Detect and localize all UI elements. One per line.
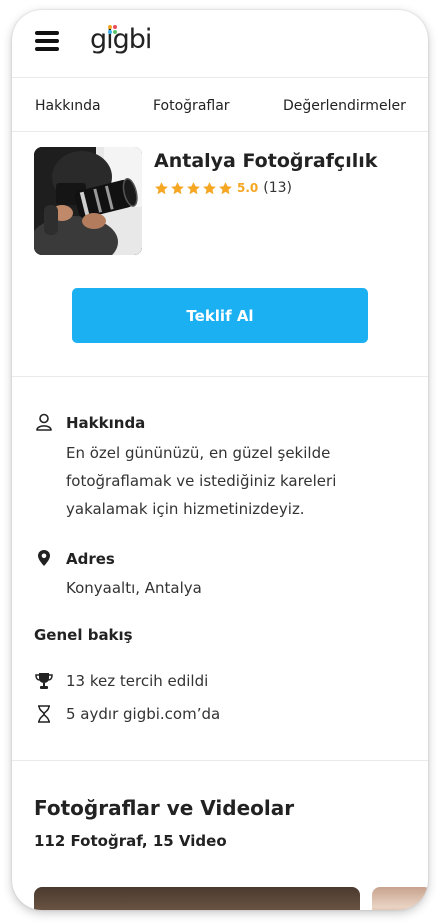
menu-icon[interactable] bbox=[35, 31, 59, 51]
about-title: Hakkında bbox=[66, 414, 146, 432]
about-text: En özel gününüzü, en güzel şekilde fotoğ… bbox=[66, 439, 406, 523]
gallery-photo[interactable] bbox=[34, 887, 360, 910]
star-icon bbox=[219, 181, 232, 194]
rating-value: 5.0 bbox=[237, 181, 259, 195]
top-bar: gigbi bbox=[12, 10, 428, 78]
divider bbox=[12, 760, 428, 761]
tab-degerlendirmeler[interactable]: Değerlendirmeler bbox=[283, 98, 406, 114]
address-title: Adres bbox=[66, 550, 115, 568]
divider bbox=[12, 376, 428, 377]
phone-frame: gigbi Hakkında Fotoğraflar Değerlendirme… bbox=[12, 10, 428, 910]
star-icon bbox=[187, 181, 200, 194]
trophy-icon bbox=[35, 673, 53, 689]
star-icon bbox=[171, 181, 184, 194]
business-name: Antalya Fotoğrafçılık bbox=[154, 150, 378, 172]
logo-dots bbox=[108, 25, 118, 35]
about-line: fotoğraflamak ve istediğiniz kareleri bbox=[66, 472, 337, 490]
tab-hakkinda[interactable]: Hakkında bbox=[35, 98, 101, 114]
logo-text: gigbi bbox=[90, 24, 152, 55]
about-line: En özel gününüzü, en güzel şekilde bbox=[66, 444, 331, 462]
photographer-image bbox=[34, 147, 142, 255]
address-value: Konyaaltı, Antalya bbox=[66, 579, 202, 597]
overview-title: Genel bakış bbox=[34, 626, 133, 644]
review-count: (13) bbox=[263, 180, 293, 196]
location-pin-icon bbox=[38, 550, 50, 566]
media-counts: 112 Fotoğraf, 15 Video bbox=[34, 832, 227, 850]
get-quote-button[interactable]: Teklif Al bbox=[72, 288, 368, 343]
user-icon bbox=[36, 413, 52, 431]
overview-preferred: 13 kez tercih edildi bbox=[66, 672, 209, 690]
overview-member-since: 5 aydır gigbi.com’da bbox=[66, 705, 221, 723]
star-rating bbox=[154, 181, 233, 196]
gigbi-logo[interactable]: gigbi bbox=[90, 24, 152, 58]
profile-photo[interactable] bbox=[34, 147, 142, 255]
about-line: yakalamak için hizmetinizdeyiz. bbox=[66, 500, 305, 518]
gallery-photo[interactable] bbox=[372, 887, 428, 910]
hourglass-icon bbox=[38, 705, 50, 723]
rating[interactable]: 5.0 (13) bbox=[154, 178, 292, 198]
section-tabs: Hakkında Fotoğraflar Değerlendirmeler bbox=[12, 78, 428, 132]
star-icon bbox=[155, 181, 168, 194]
star-icon bbox=[203, 181, 216, 194]
media-title: Fotoğraflar ve Videolar bbox=[34, 796, 295, 820]
tab-fotograflar[interactable]: Fotoğraflar bbox=[153, 98, 230, 114]
